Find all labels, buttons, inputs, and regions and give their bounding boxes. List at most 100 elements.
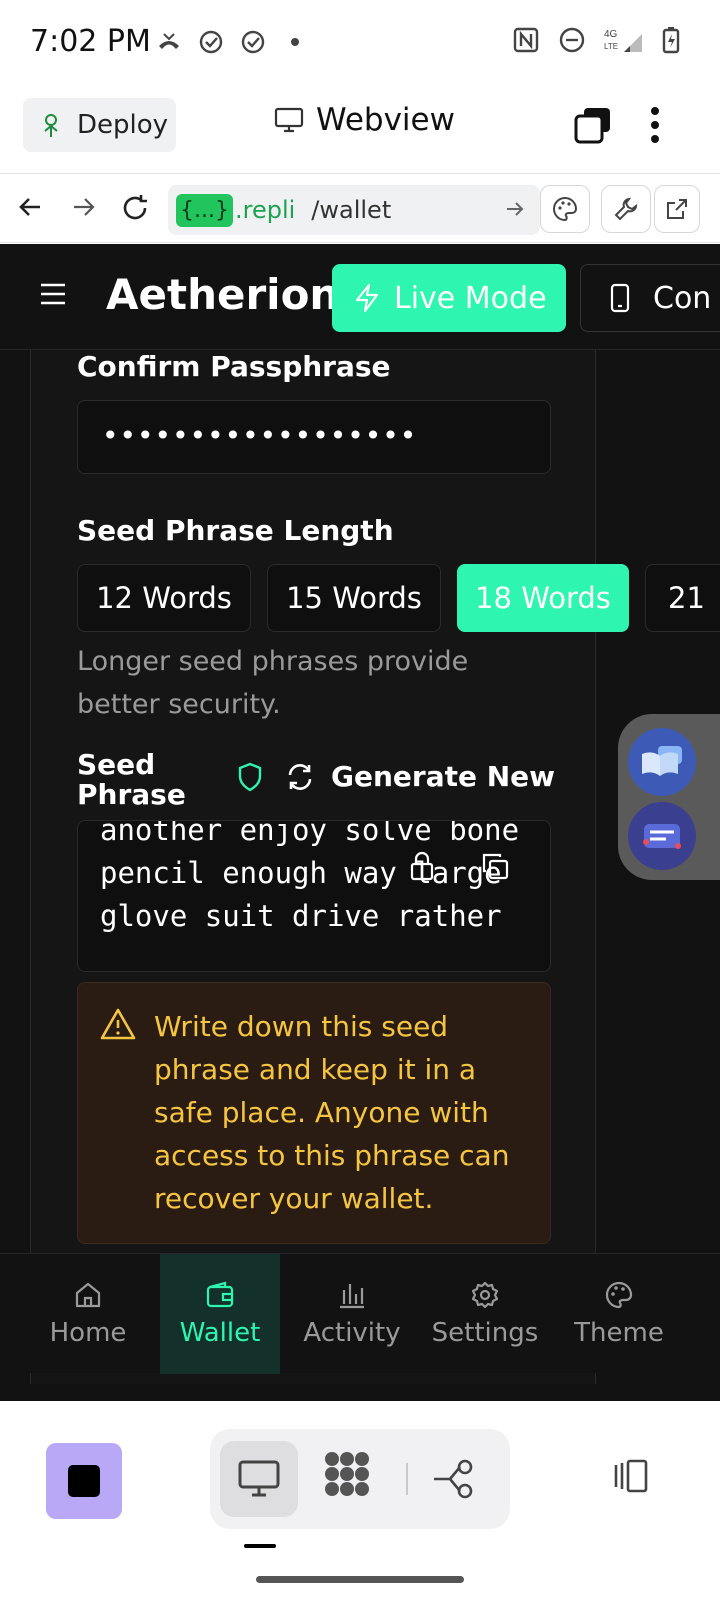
- confirm-passphrase-input[interactable]: ••••••••••••••••••: [77, 400, 551, 474]
- live-mode-label: Live Mode: [394, 280, 547, 316]
- wallet-form-panel: Confirm Passphrase •••••••••••••••••• Se…: [30, 350, 720, 1384]
- palette-icon: [553, 196, 578, 222]
- split-screen-icon[interactable]: [614, 1459, 648, 1493]
- seed-length-option-12[interactable]: 12 Words: [77, 564, 251, 632]
- guide-button[interactable]: [628, 728, 696, 796]
- deploy-button[interactable]: Deploy: [23, 98, 176, 152]
- url-domain: .repli: [234, 196, 296, 224]
- activity-icon: [340, 1284, 364, 1309]
- check-circle-icon: [241, 30, 265, 54]
- notes-button[interactable]: [628, 802, 696, 870]
- seed-phrase-label: Seed Phrase: [77, 748, 186, 811]
- divider: [406, 1463, 408, 1495]
- seed-phrase-textarea[interactable]: another enjoy solve bone pencil enough w…: [77, 820, 551, 972]
- warning-text: Write down this seed phrase and keep it …: [154, 1010, 510, 1215]
- reload-icon[interactable]: [120, 193, 150, 223]
- shield-icon: [238, 762, 262, 791]
- monitor-icon: [238, 1460, 280, 1497]
- svg-text:4G: 4G: [604, 29, 618, 40]
- nfc-icon: [513, 27, 539, 53]
- seed-length-option-18[interactable]: 18 Words: [457, 564, 629, 632]
- app-topbar: Aetherion Live Mode Con: [0, 244, 720, 350]
- webview-label: Webview: [316, 102, 455, 138]
- nav-home-label: Home: [49, 1318, 127, 1348]
- status-time: 7:02 PM: [30, 24, 151, 59]
- tabs-icon[interactable]: [574, 106, 612, 144]
- grid-apps-icon[interactable]: [322, 1449, 372, 1499]
- seed-warning: Write down this seed phrase and keep it …: [77, 982, 551, 1244]
- external-link-icon: [667, 199, 687, 219]
- palette-tool-button[interactable]: [540, 185, 590, 233]
- live-mode-button[interactable]: Live Mode: [332, 264, 566, 332]
- generate-new-button[interactable]: Generate New: [285, 760, 555, 793]
- gear-icon: [471, 1281, 499, 1309]
- home-indicator[interactable]: [256, 1576, 464, 1583]
- nav-settings[interactable]: Settings: [426, 1254, 544, 1374]
- system-taskbar: [0, 1401, 720, 1600]
- url-badge: {...}: [176, 193, 233, 227]
- deploy-icon: [44, 114, 58, 137]
- share-nodes-icon[interactable]: [432, 1457, 476, 1501]
- status-icons-left: [155, 28, 309, 56]
- url-input[interactable]: {...} .repli /wallet: [168, 185, 540, 235]
- palette-icon: [605, 1281, 633, 1309]
- floating-tools: [618, 714, 720, 880]
- battery-icon: [662, 27, 680, 54]
- connect-label: Con: [653, 280, 712, 316]
- deploy-label: Deploy: [77, 110, 169, 140]
- open-external-button[interactable]: [654, 185, 700, 233]
- devtools-button[interactable]: [601, 185, 651, 233]
- copy-icon[interactable]: [480, 851, 510, 881]
- notes-icon: [643, 824, 681, 849]
- monitor-icon: [274, 107, 304, 133]
- connect-button[interactable]: Con: [580, 264, 720, 332]
- dot-icon: [291, 38, 299, 46]
- lock-icon[interactable]: [408, 851, 436, 881]
- signal-icon: 4G LTE: [604, 29, 642, 52]
- seed-length-option-15[interactable]: 15 Words: [267, 564, 441, 632]
- desktop-view-button[interactable]: [220, 1441, 298, 1517]
- seed-length-label: Seed Phrase Length: [77, 514, 394, 547]
- home-icon: [75, 1282, 101, 1308]
- warning-icon: [100, 1008, 136, 1040]
- nav-activity-label: Activity: [303, 1318, 401, 1348]
- bottom-navigation: Home Wallet Activity Settings Theme: [0, 1253, 720, 1374]
- url-path: /wallet: [311, 196, 392, 224]
- hamburger-menu-icon[interactable]: [40, 282, 66, 306]
- url-bar: {...} .repli /wallet: [0, 175, 720, 243]
- view-mode-group: [210, 1429, 510, 1529]
- nav-theme[interactable]: Theme: [564, 1254, 674, 1374]
- phone-icon: [610, 283, 630, 313]
- nav-wallet[interactable]: Wallet: [160, 1254, 280, 1374]
- wrench-icon: [614, 197, 638, 221]
- nav-wallet-label: Wallet: [179, 1318, 261, 1348]
- do-not-disturb-icon: [559, 27, 585, 53]
- nav-theme-label: Theme: [574, 1318, 664, 1348]
- app-brand: Aetherion: [106, 270, 340, 319]
- lightning-icon: [355, 283, 379, 313]
- more-vertical-icon[interactable]: [650, 106, 660, 144]
- confirm-passphrase-label: Confirm Passphrase: [77, 350, 391, 383]
- webview-tab[interactable]: Webview: [274, 102, 455, 138]
- nav-activity[interactable]: Activity: [296, 1254, 408, 1374]
- generate-new-label: Generate New: [331, 760, 556, 793]
- svg-text:LTE: LTE: [604, 42, 618, 51]
- seed-length-option-21[interactable]: 21: [645, 564, 720, 632]
- replit-header: Deploy Webview: [0, 78, 720, 174]
- status-icons-right: 4G LTE: [512, 26, 680, 54]
- nav-home[interactable]: Home: [26, 1254, 150, 1374]
- seed-phrase-text: another enjoy solve bone pencil enough w…: [100, 820, 520, 933]
- stop-app-button[interactable]: [46, 1443, 122, 1519]
- status-bar: 7:02 PM 4G LTE: [0, 0, 720, 78]
- refresh-icon: [288, 763, 312, 790]
- seed-actions: Generate New: [237, 760, 555, 793]
- book-chat-icon: [642, 746, 682, 776]
- active-indicator: [244, 1544, 276, 1548]
- forward-arrow-icon[interactable]: [70, 193, 98, 221]
- go-arrow-icon[interactable]: [504, 198, 526, 220]
- back-arrow-icon[interactable]: [16, 193, 44, 221]
- wallet-icon: [206, 1281, 234, 1308]
- wallet-app: Aetherion Live Mode Con Confirm Passphra…: [0, 244, 720, 1401]
- seed-length-help: Longer seed phrases provide better secur…: [77, 646, 469, 720]
- missed-call-icon: [159, 33, 179, 49]
